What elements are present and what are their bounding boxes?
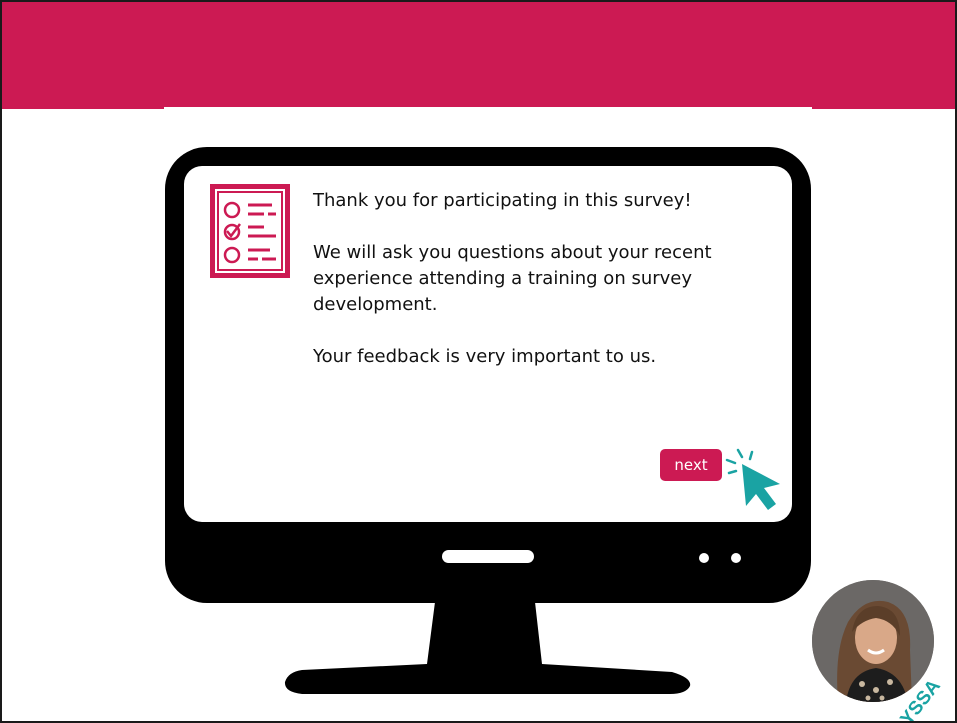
monitor-stand <box>284 602 691 694</box>
presenter-logo: LYSSA <box>890 676 945 722</box>
survey-description: We will ask you questions about your rec… <box>313 242 712 315</box>
svg-text:LYSSA: LYSSA <box>890 676 945 722</box>
next-button[interactable]: next <box>660 449 722 481</box>
survey-intro-text: Thank you for participating in this surv… <box>313 188 773 396</box>
checklist-icon <box>210 184 290 278</box>
survey-importance: Your feedback is very important to us. <box>313 346 657 367</box>
slide: Thank you for participating in this surv… <box>0 0 957 723</box>
monitor-speaker <box>442 550 534 563</box>
monitor-dot-2 <box>731 553 741 563</box>
click-cursor-icon <box>725 448 780 510</box>
monitor-dot-1 <box>699 553 709 563</box>
survey-thanks: Thank you for participating in this surv… <box>313 190 692 211</box>
